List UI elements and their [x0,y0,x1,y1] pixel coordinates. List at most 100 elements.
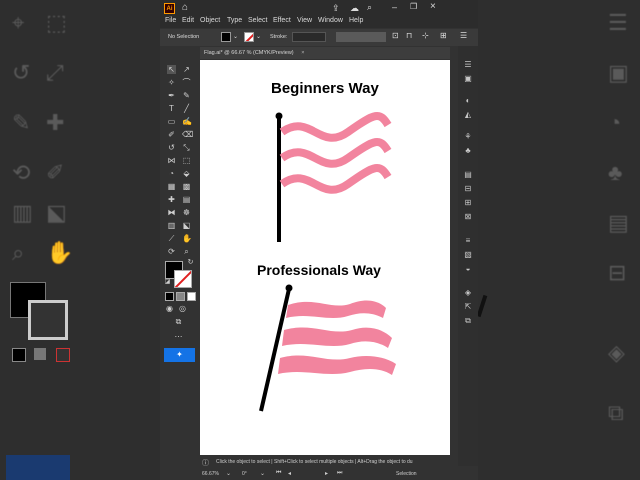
menu-file[interactable]: File [165,17,176,24]
document-tab[interactable]: Flag.ai* @ 66.67 % (CMYK/Preview) × [200,47,450,59]
menu-edit[interactable]: Edit [182,17,194,24]
line-tool-icon[interactable]: ╱ [182,104,191,113]
paintbrush-tool-icon[interactable]: ✍ [182,117,192,126]
live-paint-tool-icon[interactable]: ⬙ [182,169,191,178]
width-tool-icon[interactable]: ⋈ [167,156,176,165]
chevron-down-icon[interactable]: ⌄ [226,470,231,477]
restore-icon[interactable]: ❐ [410,2,417,11]
minimize-icon[interactable]: – [392,2,397,12]
symbol-sprayer-tool-icon[interactable]: ☸ [182,208,191,217]
perspective-grid-tool-icon[interactable]: ▦ [167,182,176,191]
zoom-level[interactable]: 66.67% [202,471,219,477]
home-icon[interactable]: ⌂ [182,2,194,14]
chevron-down-icon[interactable]: ⌄ [260,470,265,477]
shaper-tool-icon[interactable]: ✐ [167,130,176,139]
artboard-canvas[interactable]: Beginners Way Professionals Way [200,60,450,455]
search-icon[interactable]: ⌕ [367,2,372,13]
direct-selection-tool-icon[interactable]: ↗ [182,65,191,74]
rectangle-tool-icon[interactable]: ▭ [167,117,176,126]
chevron-down-icon[interactable]: ⌄ [256,33,261,40]
pen-tool-icon[interactable]: ✒ [167,91,176,100]
screen-mode-icon[interactable]: ⧉ [174,317,183,326]
slice-tool-icon[interactable]: ⟋ [167,234,176,243]
color-guide-panel-icon[interactable]: ◭ [463,110,473,120]
close-icon[interactable]: × [430,1,436,12]
eyedropper-tool-icon[interactable]: ✚ [167,195,176,204]
export-panel-icon[interactable]: ⇱ [463,302,473,312]
graph-tool-icon[interactable]: ▥ [167,221,176,230]
scale-tool-icon[interactable]: ⤡ [182,143,191,152]
chevron-down-icon[interactable]: ⌄ [233,33,238,40]
pathfinder-panel-icon[interactable]: ⊞ [463,198,473,208]
rotate-tool-icon[interactable]: ↺ [167,143,176,152]
menu-window[interactable]: Window [318,17,343,24]
align-panel-icon[interactable]: ⊟ [463,184,473,194]
stroke-panel-icon[interactable]: ≡ [463,236,473,246]
professionals-flag-pole[interactable] [259,288,291,412]
selection-tool-icon[interactable]: ↖ [167,65,176,74]
zoom-tool-icon[interactable]: ⌕ [182,247,191,256]
professionals-flag-stripes[interactable] [278,300,396,375]
flag-artwork [259,112,396,412]
shape-builder-tool-icon[interactable]: ◔ [167,169,176,178]
first-artboard-icon[interactable]: ⏮ [276,470,281,477]
draw-behind-icon[interactable]: ◎ [178,304,187,313]
gradient-tool-icon[interactable]: ▤ [182,195,191,204]
artboard-tool-icon[interactable]: ⬕ [182,221,191,230]
eraser-tool-icon[interactable]: ⌫ [182,130,193,139]
layers-panel-icon[interactable]: ◈ [463,288,473,298]
gradient-mode-icon[interactable] [176,292,185,301]
free-transform-tool-icon[interactable]: ⬚ [182,156,191,165]
stroke-weight-field[interactable] [292,32,326,42]
rotation-value[interactable]: 0° [242,471,247,477]
close-tab-icon[interactable]: × [301,50,304,56]
transform-icon[interactable]: ⊹ [422,31,429,40]
distribute-panel-icon[interactable]: ⊠ [463,212,473,222]
flag-stripe [282,327,392,348]
menu-help[interactable]: Help [349,17,363,24]
fill-color-swatch[interactable] [221,32,231,42]
curvature-tool-icon[interactable]: ✎ [182,91,191,100]
panel-menu-icon[interactable]: ☰ [460,31,467,40]
mesh-tool-icon[interactable]: ▩ [182,182,191,191]
edit-toolbar-icon[interactable]: ⋯ [174,332,183,341]
default-colors-icon[interactable]: ◪ [163,278,172,287]
properties-panel-icon[interactable]: ☰ [463,60,473,70]
menu-object[interactable]: Object [200,17,220,24]
arrange-icon[interactable]: ⊞ [440,31,447,40]
align-icon[interactable]: ⊡ [392,31,399,40]
style-dropdown[interactable] [336,32,386,42]
color-panel-icon[interactable]: ◐ [463,96,473,106]
lasso-tool-icon[interactable]: ⌒ [182,78,191,87]
magic-action-button[interactable]: ✦ [164,348,195,362]
beginners-flag-stripes[interactable] [279,112,392,194]
share-icon[interactable]: ⇪ [332,3,340,14]
type-tool-icon[interactable]: T [167,104,176,113]
gradient-panel-icon[interactable]: ▧ [463,250,473,260]
stroke-swatch[interactable] [174,270,192,288]
swap-colors-icon[interactable]: ↻ [186,258,195,267]
transform-panel-icon[interactable]: ▤ [463,170,473,180]
swatches-panel-icon[interactable]: ⚘ [463,132,473,142]
menu-view[interactable]: View [297,17,312,24]
none-mode-icon[interactable] [187,292,196,301]
libraries-panel-icon[interactable]: ▣ [463,74,473,84]
symbols-panel-icon[interactable]: ♣ [463,146,473,156]
last-artboard-icon[interactable]: ⏭ [337,470,342,477]
stroke-color-swatch[interactable] [244,32,254,42]
color-mode-icon[interactable] [165,292,174,301]
menu-select[interactable]: Select [248,17,267,24]
magic-wand-tool-icon[interactable]: ✧ [167,78,176,87]
path-icon[interactable]: ⊓ [406,31,412,40]
blend-tool-icon[interactable]: ⧓ [167,208,176,217]
draw-normal-icon[interactable]: ◉ [165,304,174,313]
cloud-icon[interactable]: ☁ [350,3,359,14]
rotate-view-tool-icon[interactable]: ⟳ [167,247,176,256]
menu-effect[interactable]: Effect [273,17,291,24]
menu-type[interactable]: Type [227,17,242,24]
next-artboard-icon[interactable]: ▸ [325,470,328,477]
transparency-panel-icon[interactable]: ◒ [463,264,473,274]
artboards-panel-icon[interactable]: ⧉ [463,316,473,326]
prev-artboard-icon[interactable]: ◂ [288,470,291,477]
hand-tool-icon[interactable]: ✋ [182,234,192,243]
